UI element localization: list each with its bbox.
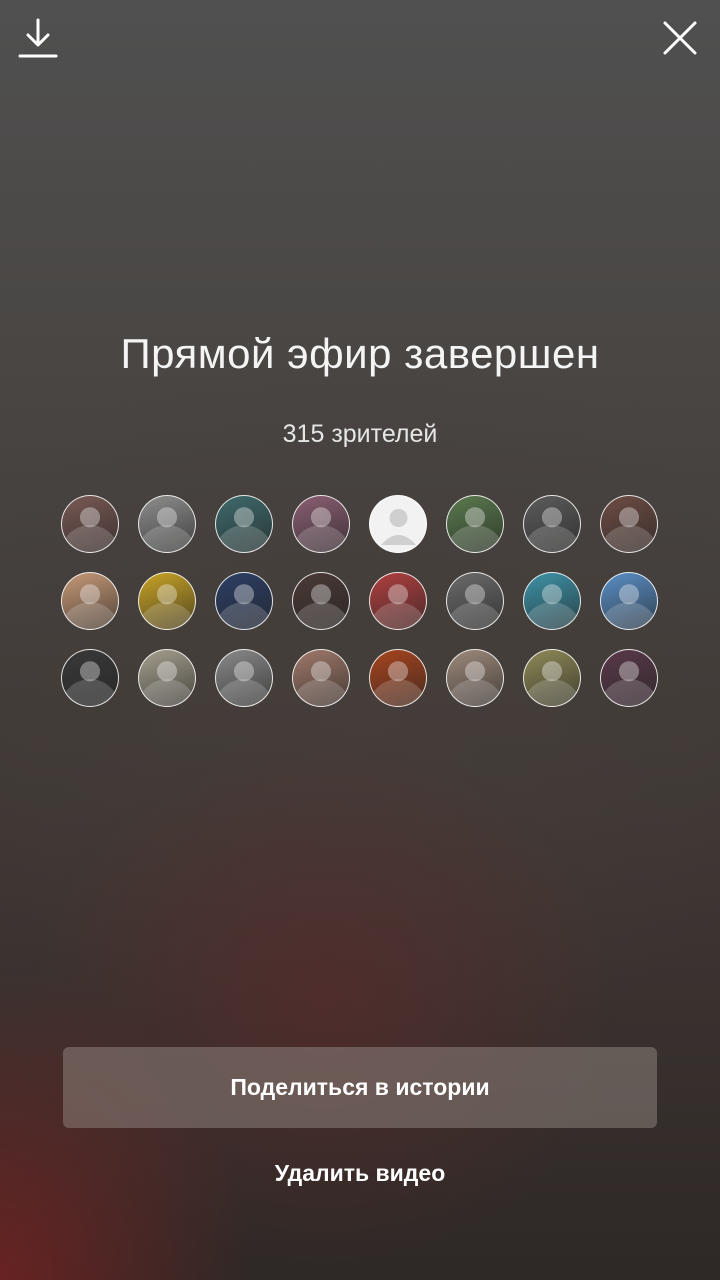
viewer-avatar[interactable]: [292, 495, 350, 553]
delete-video-button[interactable]: Удалить видео: [0, 1160, 720, 1187]
viewer-avatar[interactable]: [61, 649, 119, 707]
download-icon[interactable]: [16, 16, 60, 60]
viewer-avatar[interactable]: [446, 495, 504, 553]
viewer-avatar[interactable]: [61, 572, 119, 630]
viewer-avatar[interactable]: [215, 495, 273, 553]
page-title: Прямой эфир завершен: [120, 330, 600, 377]
viewer-avatar[interactable]: [523, 495, 581, 553]
viewer-avatar[interactable]: [600, 649, 658, 707]
viewer-avatar[interactable]: [523, 572, 581, 630]
viewer-avatar[interactable]: [446, 572, 504, 630]
viewer-avatar[interactable]: [138, 495, 196, 553]
viewer-avatar[interactable]: [369, 649, 427, 707]
viewer-avatar[interactable]: [292, 572, 350, 630]
viewer-avatar[interactable]: [369, 572, 427, 630]
viewer-avatar[interactable]: [138, 649, 196, 707]
viewer-avatar[interactable]: [215, 649, 273, 707]
close-icon[interactable]: [658, 16, 702, 60]
viewer-avatar[interactable]: [138, 572, 196, 630]
default-user-icon[interactable]: [369, 495, 427, 553]
viewer-avatar[interactable]: [215, 572, 273, 630]
viewer-avatar[interactable]: [600, 572, 658, 630]
viewers-grid: [61, 495, 661, 707]
viewer-avatar[interactable]: [292, 649, 350, 707]
share-to-story-button[interactable]: Поделиться в истории: [63, 1047, 657, 1128]
viewer-avatar[interactable]: [523, 649, 581, 707]
viewers-count: 315 зрителей: [282, 420, 438, 448]
viewer-avatar[interactable]: [446, 649, 504, 707]
viewer-avatar[interactable]: [61, 495, 119, 553]
viewer-avatar[interactable]: [600, 495, 658, 553]
